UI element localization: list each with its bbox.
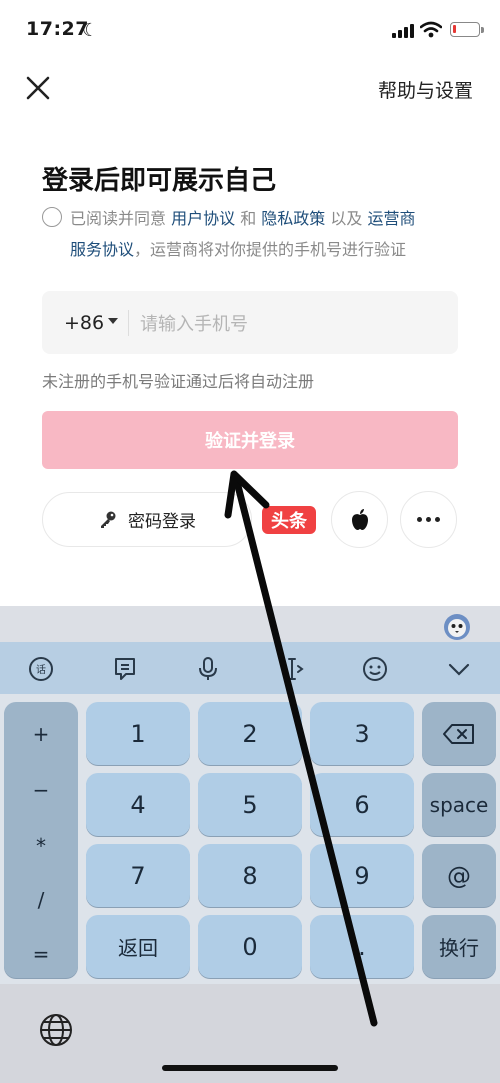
- key-3[interactable]: 3: [310, 702, 414, 765]
- wifi-icon: [420, 21, 442, 38]
- close-button[interactable]: [24, 74, 52, 102]
- at-key[interactable]: @: [422, 844, 496, 907]
- apple-login-button[interactable]: [331, 491, 388, 548]
- password-login-button[interactable]: 密码登录: [42, 492, 252, 547]
- toutiao-login-button[interactable]: 头条: [260, 492, 318, 547]
- help-settings-link[interactable]: 帮助与设置: [378, 76, 473, 103]
- symbol-key-equals[interactable]: =: [4, 942, 78, 966]
- key-7[interactable]: 7: [86, 844, 190, 907]
- key-0[interactable]: 0: [198, 915, 302, 978]
- hide-keyboard-chevron-down-icon[interactable]: [445, 655, 473, 683]
- phone-input[interactable]: [138, 303, 442, 345]
- keyboard-toolbar: [0, 642, 500, 694]
- chevron-down-icon[interactable]: [108, 318, 118, 324]
- battery-icon: [450, 22, 484, 37]
- key-6[interactable]: 6: [310, 773, 414, 836]
- key-8[interactable]: 8: [198, 844, 302, 907]
- key-2[interactable]: 2: [198, 702, 302, 765]
- symbol-key-minus[interactable]: −: [4, 778, 78, 802]
- password-login-label: 密码登录: [128, 512, 196, 532]
- apple-icon: [351, 508, 368, 530]
- keyboard-mascot-icon[interactable]: [444, 614, 470, 640]
- more-options-button[interactable]: [400, 491, 457, 548]
- symbol-key-divide[interactable]: /: [4, 888, 78, 912]
- carrier-agreement-link-a[interactable]: 运营商: [368, 209, 416, 228]
- key-9[interactable]: 9: [310, 844, 414, 907]
- key-5[interactable]: 5: [198, 773, 302, 836]
- backspace-icon: [443, 723, 474, 744]
- keyboard-language-icon[interactable]: 话: [27, 655, 55, 683]
- more-dot-icon: [435, 517, 440, 522]
- agreement-text-line1: 已阅读并同意 用户协议 和 隐私政策 以及 运营商: [70, 205, 416, 229]
- globe-icon[interactable]: [38, 1012, 74, 1048]
- microphone-icon[interactable]: [194, 655, 222, 683]
- verify-login-button[interactable]: 验证并登录: [42, 411, 458, 469]
- emoji-icon[interactable]: [361, 655, 389, 683]
- key-1[interactable]: 1: [86, 702, 190, 765]
- signal-icon: [392, 24, 414, 38]
- backspace-key[interactable]: [422, 702, 496, 765]
- toutiao-logo-icon: 头条: [262, 506, 316, 534]
- agreement-checkbox[interactable]: [42, 207, 62, 227]
- key-icon: [101, 511, 116, 528]
- agreement-and2: 以及: [325, 209, 368, 228]
- space-key[interactable]: space: [422, 773, 496, 836]
- page-title: 登录后即可展示自己: [42, 166, 277, 196]
- agreement-prefix: 已阅读并同意: [70, 209, 172, 228]
- country-code-selector[interactable]: +86: [64, 312, 104, 334]
- moon-icon: ☾: [82, 20, 99, 41]
- auto-register-hint: 未注册的手机号验证通过后将自动注册: [42, 372, 315, 391]
- emoji-text-icon[interactable]: [111, 655, 139, 683]
- divider: [128, 310, 129, 336]
- newline-key[interactable]: 换行: [422, 915, 496, 978]
- more-dot-icon: [426, 517, 431, 522]
- svg-text:话: 话: [36, 664, 46, 676]
- symbol-key-multiply[interactable]: *: [4, 834, 78, 858]
- user-agreement-link[interactable]: 用户协议: [171, 209, 235, 228]
- cursor-move-icon[interactable]: [278, 655, 306, 683]
- dot-key[interactable]: .: [310, 915, 414, 978]
- carrier-agreement-link-b[interactable]: 服务协议: [70, 240, 134, 259]
- status-time: 17:27: [26, 18, 89, 40]
- more-dot-icon: [417, 517, 422, 522]
- symbol-column[interactable]: + − * / =: [4, 702, 78, 978]
- agreement-text-line2: 服务协议，运营商将对你提供的手机号进行验证: [70, 236, 406, 260]
- privacy-policy-link[interactable]: 隐私政策: [261, 209, 325, 228]
- symbol-key-plus[interactable]: +: [4, 722, 78, 746]
- home-indicator: [162, 1065, 338, 1071]
- agreement-and: 和: [235, 209, 262, 228]
- key-4[interactable]: 4: [86, 773, 190, 836]
- keyboard-top-strip: [0, 606, 500, 642]
- return-key[interactable]: 返回: [86, 915, 190, 978]
- agreement-suffix: ，运营商将对你提供的手机号进行验证: [134, 240, 407, 259]
